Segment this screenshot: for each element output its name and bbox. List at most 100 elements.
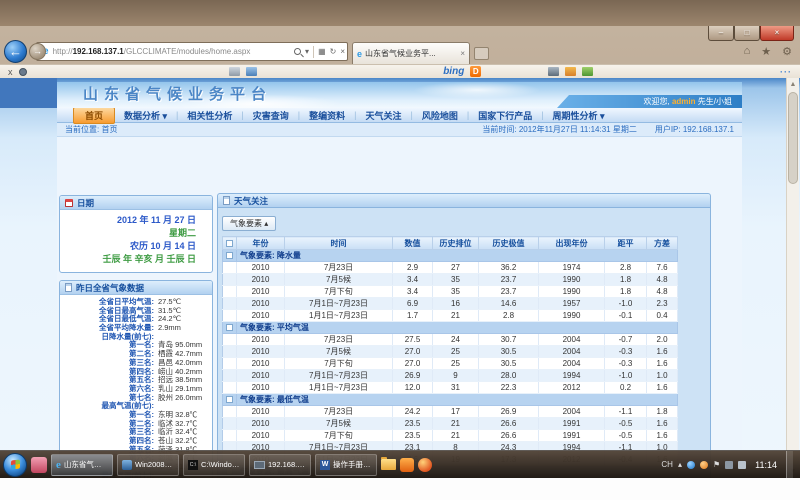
language-indicator[interactable]: CH bbox=[661, 460, 673, 469]
table-row[interactable]: 20107月下旬27.02530.52004-0.31.6 bbox=[223, 358, 678, 370]
address-bar[interactable]: e http://192.168.137.1/GLCCLIMATE/module… bbox=[36, 42, 348, 61]
table-row[interactable]: 20107月下旬23.52126.61991-0.51.6 bbox=[223, 430, 678, 442]
close-window-button[interactable]: × bbox=[760, 26, 794, 41]
scroll-up-icon[interactable]: ▲ bbox=[787, 78, 799, 91]
table-row[interactable]: 20107月23日2.92736.219742.87.6 bbox=[223, 262, 678, 274]
back-button[interactable]: ← bbox=[4, 40, 27, 63]
table-row[interactable]: 20107月5候27.02530.52004-0.31.6 bbox=[223, 346, 678, 358]
taskbar-clock[interactable]: 11:14 bbox=[751, 460, 781, 470]
tab-close-icon[interactable]: × bbox=[460, 49, 465, 58]
menu-item-2[interactable]: 相关性分析 bbox=[178, 109, 241, 122]
explorer-folder-icon[interactable] bbox=[381, 459, 396, 470]
cell: 2010 bbox=[237, 262, 285, 274]
more-options-icon[interactable]: ··· bbox=[780, 67, 792, 77]
forward-button[interactable]: → bbox=[29, 43, 46, 60]
url-text[interactable]: http://192.168.137.1/GLCCLIMATE/modules/… bbox=[53, 47, 294, 56]
tray-messenger-icon[interactable] bbox=[687, 461, 695, 469]
cell: 27.0 bbox=[393, 358, 433, 370]
compatibility-icon[interactable]: ▦ bbox=[318, 47, 326, 56]
maximize-button[interactable]: □ bbox=[734, 26, 760, 41]
table-row[interactable]: 20107月1日~7月23日26.9928.01994-1.01.0 bbox=[223, 370, 678, 382]
cell: 27 bbox=[433, 262, 479, 274]
row-checkbox-cell bbox=[223, 262, 237, 274]
table-row[interactable]: 20107月5候3.43523.719901.84.8 bbox=[223, 274, 678, 286]
cell: 7月1日~7月23日 bbox=[285, 298, 393, 310]
table-row[interactable]: 20107月下旬3.43523.719901.84.8 bbox=[223, 286, 678, 298]
menu-item-0[interactable]: 首页 bbox=[73, 107, 115, 124]
row-checkbox-cell bbox=[223, 310, 237, 322]
table-row[interactable]: 20107月5候23.52126.61991-0.51.6 bbox=[223, 418, 678, 430]
tray-security-icon[interactable] bbox=[700, 461, 708, 469]
element-filter-button[interactable]: 气象要素 ▴ bbox=[222, 216, 276, 231]
taskbar-window-rdp[interactable]: 192.168.59.99... bbox=[249, 454, 311, 476]
group-checkbox[interactable] bbox=[226, 396, 233, 403]
cell: 30.7 bbox=[479, 334, 539, 346]
cell: 30.5 bbox=[479, 358, 539, 370]
menu-item-4[interactable]: 整编资料 bbox=[300, 109, 354, 122]
table-row[interactable]: 20101月1日~7月23日1.7212.81990-0.10.4 bbox=[223, 310, 678, 322]
app-orange-icon[interactable] bbox=[400, 458, 414, 472]
taskbar-window-cmd[interactable]: C:\C:\Windows\s... bbox=[183, 454, 245, 476]
cell: 2010 bbox=[237, 406, 285, 418]
cell: 23.5 bbox=[393, 418, 433, 430]
group-checkbox[interactable] bbox=[226, 324, 233, 331]
table-row[interactable]: 20107月1日~7月23日6.91614.61957-1.02.3 bbox=[223, 298, 678, 310]
table-row[interactable]: 20101月1日~7月23日12.03122.320120.21.6 bbox=[223, 382, 678, 394]
card-reader-icon[interactable] bbox=[229, 67, 240, 76]
search-caret-icon[interactable]: ▾ bbox=[305, 47, 309, 56]
menu-item-5[interactable]: 天气关注 bbox=[356, 109, 410, 122]
minimize-button[interactable]: – bbox=[708, 26, 734, 41]
mail-icon[interactable] bbox=[246, 67, 257, 76]
show-desktop-button[interactable] bbox=[786, 451, 793, 479]
stop-button[interactable]: × bbox=[340, 47, 345, 56]
cell: 1.6 bbox=[647, 382, 678, 394]
blocker-icon[interactable] bbox=[19, 68, 27, 76]
cell: 36.2 bbox=[479, 262, 539, 274]
window-titlebar[interactable]: – □ × bbox=[0, 26, 800, 40]
cell: 2010 bbox=[237, 274, 285, 286]
weather-addon-icon[interactable] bbox=[565, 67, 576, 76]
plugin-icon[interactable] bbox=[582, 67, 593, 76]
new-tab-button[interactable] bbox=[474, 47, 489, 60]
menu-item-3[interactable]: 灾害查询 bbox=[244, 109, 298, 122]
cell: 2010 bbox=[237, 430, 285, 442]
network-icon[interactable] bbox=[725, 461, 733, 469]
taskbar-window-ie[interactable]: e山东省气候业务平台 bbox=[51, 454, 113, 476]
table-row[interactable]: 20107月23日27.52430.72004-0.72.0 bbox=[223, 334, 678, 346]
action-center-flag-icon[interactable]: ⚑ bbox=[713, 460, 720, 469]
menu-item-1[interactable]: 数据分析 ▾ bbox=[115, 109, 176, 122]
stat-value: 2.9mm bbox=[154, 324, 181, 333]
addon-close-icon[interactable]: x bbox=[8, 67, 13, 77]
calendar-icon bbox=[65, 199, 73, 207]
hidden-icons-arrow[interactable]: ▴ bbox=[678, 460, 682, 469]
cell: 27.0 bbox=[393, 346, 433, 358]
calendar-body: 2012 年 11 月 27 日星期二农历 10 月 14 日壬辰 年 辛亥 月… bbox=[60, 210, 212, 272]
group-checkbox[interactable] bbox=[226, 252, 233, 259]
volume-icon[interactable] bbox=[738, 461, 746, 469]
pinned-app-icon[interactable] bbox=[31, 457, 47, 473]
taskbar-window-app[interactable]: Win2008 (VS2... bbox=[117, 454, 179, 476]
scrollbar-thumb[interactable] bbox=[788, 92, 798, 184]
home-icon[interactable]: ⌂ bbox=[744, 45, 751, 58]
vertical-scrollbar[interactable]: ▲ ▼ bbox=[786, 78, 799, 478]
cell: 4.8 bbox=[647, 286, 678, 298]
media-player-icon[interactable] bbox=[418, 458, 432, 472]
refresh-button[interactable]: ↻ bbox=[330, 47, 337, 56]
start-button[interactable] bbox=[3, 453, 27, 477]
breadcrumb: 当前位置: 首页 bbox=[65, 124, 117, 135]
search-icon[interactable] bbox=[294, 48, 301, 55]
favorites-icon[interactable]: ★ bbox=[761, 45, 771, 58]
browser-window: – □ × ← → e http://192.168.137.1/GLCCLIM… bbox=[0, 26, 800, 478]
menu-item-6[interactable]: 风险地图 bbox=[413, 109, 467, 122]
menu-item-8[interactable]: 周期性分析 ▾ bbox=[544, 109, 614, 122]
baidu-icon[interactable]: D bbox=[470, 66, 481, 77]
camera-icon[interactable] bbox=[548, 67, 559, 76]
table-row[interactable]: 20107月23日24.21726.92004-1.11.8 bbox=[223, 406, 678, 418]
windows-flag-icon bbox=[11, 460, 20, 470]
taskbar-window-word[interactable]: W操作手册.docx ... bbox=[315, 454, 377, 476]
select-all-checkbox[interactable] bbox=[226, 240, 233, 247]
bing-logo[interactable]: bing bbox=[443, 66, 464, 77]
tools-gear-icon[interactable]: ⚙ bbox=[782, 45, 792, 58]
menu-item-7[interactable]: 国家下行产品 bbox=[469, 109, 541, 122]
browser-tab[interactable]: e 山东省气候业务平... × bbox=[352, 42, 470, 64]
